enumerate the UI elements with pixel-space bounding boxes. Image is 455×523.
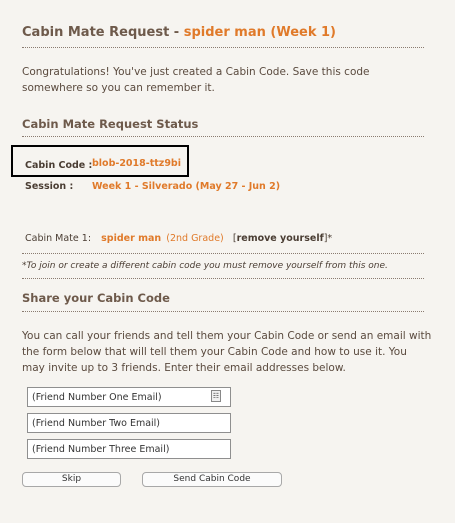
divider [22,47,424,48]
divider [22,253,424,254]
share-description: You can call your friends and tell them … [22,330,432,374]
cabin-mate-label: Cabin Mate 1: [25,233,92,244]
divider [22,136,424,137]
remove-yourself-group: [remove yourself]* [233,233,332,244]
page-title-name: spider man (Week 1) [183,25,337,40]
session-value: Week 1 - Silverado (May 27 - Jun 2) [92,181,281,192]
contact-card-icon[interactable]: ☷ [211,390,221,402]
page-title: Cabin Mate Request - spider man (Week 1) [22,25,336,40]
cabin-code-label: Cabin Code : [25,160,93,171]
cabin-mate-name: spider man [101,233,162,244]
friend-one-email-input[interactable] [27,387,231,407]
divider [22,278,424,279]
send-cabin-code-button[interactable]: Send Cabin Code [142,472,282,487]
intro-text: Congratulations! You've just created a C… [22,66,370,94]
cabin-code-value: blob-2018-ttz9bi [92,158,181,169]
cabin-mate-grade: (2nd Grade) [166,233,224,244]
bracket-close: ]* [323,233,333,244]
friend-three-email-input[interactable] [27,439,231,459]
remove-note: *To join or create a different cabin cod… [22,261,388,271]
session-label: Session : [25,181,74,192]
share-heading: Share your Cabin Code [22,291,170,305]
friend-two-email-input[interactable] [27,413,231,433]
cabin-mate-row: Cabin Mate 1: spider man (2nd Grade) [re… [25,226,332,245]
skip-button[interactable]: Skip [22,472,121,487]
remove-yourself-link[interactable]: remove yourself [237,233,324,244]
status-heading: Cabin Mate Request Status [22,117,199,131]
divider [22,311,424,312]
page-title-prefix: Cabin Mate Request - [22,25,184,40]
